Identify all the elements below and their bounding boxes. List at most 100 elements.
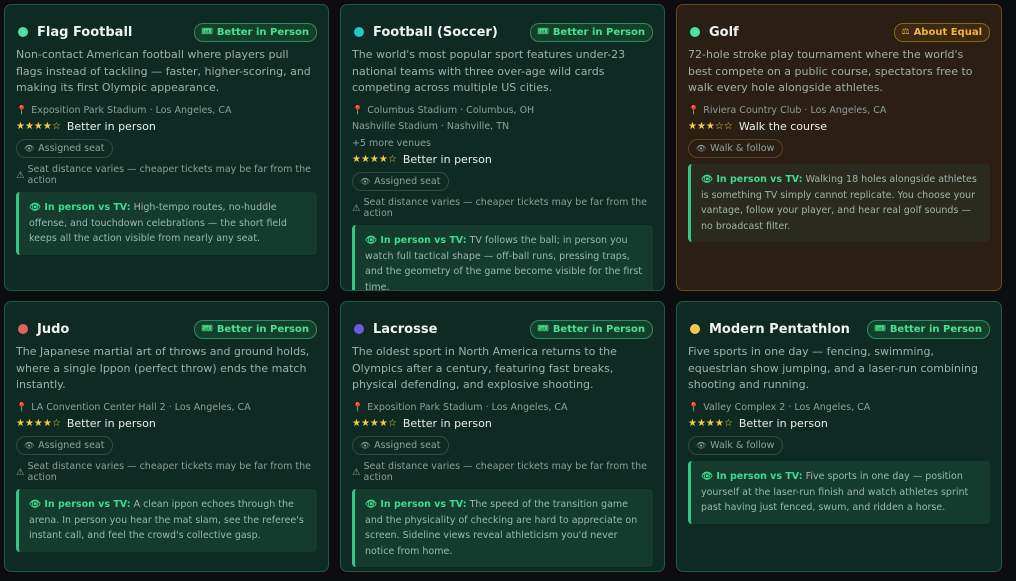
pin-icon: 📍 — [16, 402, 28, 413]
venue-item: 📍 LA Convention Center Hall 2 · Los Angel… — [16, 400, 317, 417]
pin-icon: 📍 — [16, 105, 28, 116]
more-venues-link[interactable]: +5 more venues — [352, 136, 653, 153]
venue-name: Columbus Stadium · Columbus, OH — [367, 104, 535, 116]
pin-icon: 📍 — [352, 402, 364, 413]
tv-note-label: 👁 In person vs TV: — [365, 235, 467, 246]
eye-icon: 👁 — [365, 499, 381, 510]
venue-item: 📍 Columbus Stadium · Columbus, OH — [352, 103, 653, 120]
seating-chip[interactable]: 👁 Assigned seat — [352, 172, 450, 191]
sport-description: 72-hole stroke play tournament where the… — [688, 48, 973, 94]
seating-chip[interactable]: 👁 Walk & follow — [688, 436, 784, 455]
sport-card[interactable]: Judo 🎟 Better in Person The Japanese mart… — [4, 301, 329, 572]
warning-text: Seat distance varies — cheaper tickets m… — [363, 461, 647, 483]
seating-chip[interactable]: 👁 Assigned seat — [16, 139, 114, 158]
venue-name: Valley Complex 2 · Los Angeles, CA — [703, 401, 871, 413]
venue-name: LA Convention Center Hall 2 · Los Angele… — [31, 401, 251, 413]
sport-title: Judo — [37, 321, 70, 337]
rating-row: ★★★★☆ Better in person — [16, 120, 317, 133]
rating-label: Better in person — [738, 417, 828, 430]
verdict-label: Better in Person — [552, 323, 645, 335]
sport-description: The Japanese martial art of throws and g… — [16, 345, 310, 391]
sport-card[interactable]: Flag Football 🎟 Better in Person Non-cont… — [4, 4, 329, 291]
sport-card[interactable]: Football (Soccer) 🎟 Better in Person The … — [340, 4, 665, 291]
status-dot — [354, 27, 364, 37]
seating-label: Assigned seat — [38, 440, 105, 451]
rating-label: Better in person — [402, 417, 492, 430]
verdict-badge: 🎟 Better in Person — [194, 22, 317, 42]
verdict-badge: 🎟 Better in Person — [194, 319, 317, 339]
eye-icon: 👁 — [29, 499, 45, 510]
card-header: Football (Soccer) 🎟 Better in Person — [352, 18, 653, 46]
ticket-icon: 🎟 — [537, 324, 549, 334]
verdict-badge: 🎟 Better in Person — [530, 319, 653, 339]
star-rating: ★★★☆☆ — [688, 121, 733, 132]
sport-description: Five sports in one day — fencing, swimmi… — [688, 345, 978, 391]
venue-item: Nashville Stadium · Nashville, TN — [352, 119, 653, 136]
venue-name: Riviera Country Club · Los Angeles, CA — [703, 104, 887, 116]
seat-warning: ⚠ Seat distance varies — cheaper tickets … — [16, 164, 317, 186]
sport-card[interactable]: Modern Pentathlon 🎟 Better in Person Five… — [676, 301, 1002, 572]
status-dot — [18, 27, 28, 37]
seating-label: Assigned seat — [374, 440, 441, 451]
tv-note-label: 👁 In person vs TV: — [29, 499, 131, 510]
sport-description: The oldest sport in North America return… — [352, 345, 617, 391]
seating-chip[interactable]: 👁 Assigned seat — [16, 436, 114, 455]
eye-icon: 👁 — [24, 441, 35, 450]
ticket-icon: 🎟 — [537, 27, 549, 37]
pin-icon: 📍 — [688, 105, 700, 116]
rating-label: Better in person — [402, 153, 492, 166]
card-header: Flag Football 🎟 Better in Person — [16, 18, 317, 46]
warning-icon: ⚠ — [16, 169, 25, 181]
sport-title: Flag Football — [37, 24, 133, 40]
in-person-vs-tv-note: 👁 In person vs TV: Five sports in one da… — [688, 461, 990, 524]
sport-card[interactable]: Golf ⚖ About Equal 72-hole stroke play to… — [676, 4, 1002, 291]
rating-label: Better in person — [66, 120, 156, 133]
status-dot — [690, 27, 700, 37]
star-rating: ★★★★☆ — [352, 418, 397, 429]
tv-note-label: 👁 In person vs TV: — [701, 471, 803, 482]
eye-icon: 👁 — [696, 441, 707, 450]
star-rating: ★★★★☆ — [352, 154, 397, 165]
in-person-vs-tv-note: 👁 In person vs TV: High-tempo routes, no… — [16, 192, 317, 255]
eye-icon: 👁 — [24, 144, 35, 153]
seating-chip[interactable]: 👁 Assigned seat — [352, 436, 450, 455]
sport-card[interactable]: Lacrosse 🎟 Better in Person The oldest sp… — [340, 301, 665, 572]
eye-icon: 👁 — [696, 144, 707, 153]
star-rating: ★★★★☆ — [16, 121, 61, 132]
tv-note-label: 👁 In person vs TV: — [701, 174, 803, 185]
seating-chip[interactable]: 👁 Walk & follow — [688, 139, 784, 158]
status-dot — [18, 324, 28, 334]
seating-label: Walk & follow — [710, 143, 775, 154]
ticket-icon: 🎟 — [201, 27, 213, 37]
in-person-vs-tv-note: 👁 In person vs TV: TV follows the ball; … — [352, 225, 653, 290]
seating-label: Assigned seat — [374, 176, 441, 187]
warning-icon: ⚠ — [352, 466, 361, 478]
warning-text: Seat distance varies — cheaper tickets m… — [27, 461, 311, 483]
venue-name: Exposition Park Stadium · Los Angeles, C… — [367, 401, 568, 413]
star-rating: ★★★★☆ — [688, 418, 733, 429]
rating-label: Walk the course — [738, 120, 827, 133]
in-person-vs-tv-note: 👁 In person vs TV: A clean ippon echoes … — [16, 489, 317, 552]
star-rating: ★★★★☆ — [16, 418, 61, 429]
ticket-icon: 🎟 — [201, 324, 213, 334]
verdict-label: Better in Person — [552, 26, 645, 38]
venue-item: 📍 Valley Complex 2 · Los Angeles, CA — [688, 400, 990, 417]
card-header: Modern Pentathlon 🎟 Better in Person — [688, 315, 990, 343]
venue-name: Exposition Park Stadium · Los Angeles, C… — [31, 104, 232, 116]
eye-icon: 👁 — [29, 202, 45, 213]
rating-row: ★★★★☆ Better in person — [688, 417, 990, 430]
venue-list: 📍 Riviera Country Club · Los Angeles, CA — [688, 103, 990, 120]
sport-title: Golf — [709, 24, 739, 40]
status-dot — [354, 324, 364, 334]
card-header: Judo 🎟 Better in Person — [16, 315, 317, 343]
sport-description: Non-contact American football where play… — [16, 48, 311, 94]
seating-label: Assigned seat — [38, 143, 105, 154]
tv-note-label: 👁 In person vs TV: — [365, 499, 467, 510]
in-person-vs-tv-note: 👁 In person vs TV: The speed of the tran… — [352, 489, 653, 567]
rating-label: Better in person — [66, 417, 156, 430]
warning-icon: ⚠ — [352, 202, 361, 214]
eye-icon: 👁 — [701, 174, 717, 185]
verdict-badge: 🎟 Better in Person — [530, 22, 653, 42]
sport-title: Lacrosse — [373, 321, 438, 337]
sport-title: Football (Soccer) — [373, 24, 498, 40]
